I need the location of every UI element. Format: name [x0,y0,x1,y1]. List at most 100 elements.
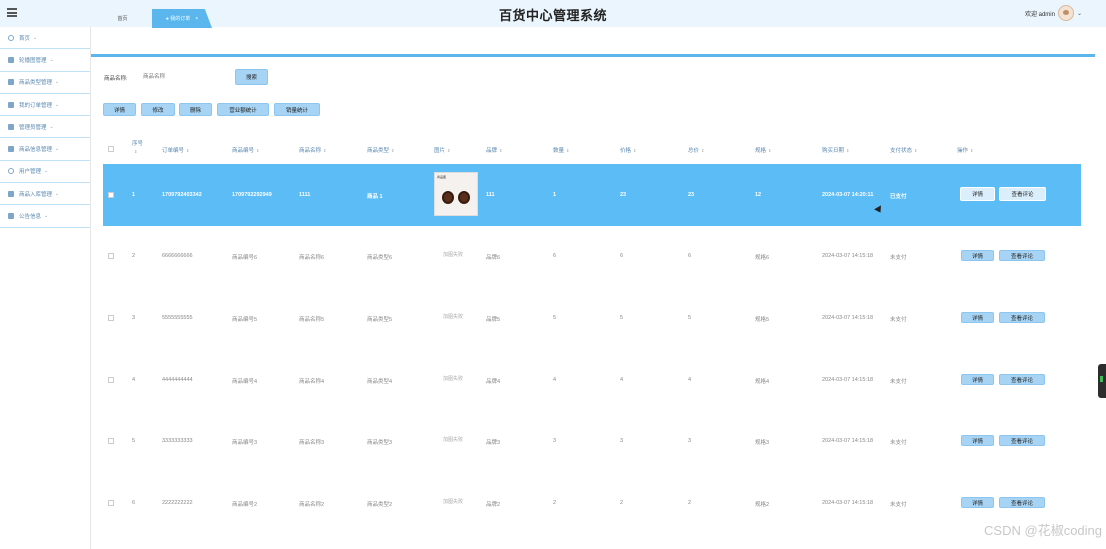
table-row[interactable]: 5 3333333333 商品编号3 商品名称3 商品类型3 加图失败 品牌3 … [103,412,1081,474]
cell-code: 1709792292949 [232,192,272,198]
col-header-price[interactable]: 价格 ⇕ [620,146,636,154]
row-detail-button[interactable]: 详情 [961,497,994,508]
col-header-type[interactable]: 商品类型 ⇕ [367,146,394,154]
sidebar-item-admins[interactable]: 管理员管理 ⌄ [0,116,90,139]
cell-status: 未支付 [890,379,907,385]
sidebar-item-stock-in[interactable]: 商品入库管理 ⌄ [0,183,90,206]
col-header-code[interactable]: 商品编号 ⇕ [232,146,259,154]
cell-order: 2222222222 [162,500,193,506]
col-header-spec[interactable]: 规格 ⇕ [755,146,771,154]
cell-type: 商品 1 [367,194,383,200]
delete-button[interactable]: 删除 [179,103,212,116]
cell-date: 2024-03-07 14:15:18 [822,315,874,321]
cell-qty: 3 [553,438,557,444]
col-header-name[interactable]: 商品名称 ⇕ [299,146,326,154]
cell-date: 2024-03-07 14:15:18 [822,438,874,444]
table-row[interactable]: 6 2222222222 商品编号2 商品名称2 商品类型2 加图失败 品牌2 … [103,474,1081,536]
side-widget[interactable] [1098,364,1106,398]
row-comments-button[interactable]: 查看评论 [999,435,1045,446]
cell-spec: 12 [755,192,762,198]
chevron-down-icon[interactable]: ⌄ [1077,10,1082,17]
cell-no: 4 [132,377,136,383]
row-comments-button[interactable]: 查看评论 [999,187,1046,201]
row-comments-button[interactable]: 查看评论 [999,250,1045,261]
chevron-down-icon: ⌄ [49,56,54,63]
sidebar: 首页 ⌄ 轮播图管理 ⌄ 商品类型管理 ⌄ 我的订单管理 ⌄ 管理员管理 ⌄ 商品信息管理… [0,27,91,549]
row-detail-button[interactable]: 详情 [961,435,994,446]
row-comments-button[interactable]: 查看评论 [999,497,1045,508]
row-comments-button[interactable]: 查看评论 [999,374,1045,385]
cell-brand: 品牌3 [486,440,501,446]
row-detail-button[interactable]: 详情 [961,250,994,261]
col-header-date[interactable]: 购买日期 ⇕ [822,146,849,154]
col-header-no[interactable]: 序号 ⇕ [132,140,143,156]
tab-home[interactable]: 首页 [95,10,150,27]
table-row[interactable]: 4 4444444444 商品编号4 商品名称4 商品类型4 加图失败 品牌4 … [103,350,1081,412]
avatar[interactable] [1057,5,1074,21]
table-row[interactable]: 2 6666666666 商品编号6 商品名称6 商品类型6 加图失败 品牌6 … [103,226,1081,288]
table-row[interactable]: 1 1709792403342 1709792292949 1111 商品 1 … [103,164,1081,226]
detail-button[interactable]: 详情 [103,103,136,116]
tab-underline [91,54,1095,57]
cell-name: 商品名称4 [299,379,325,385]
sidebar-item-my-orders[interactable]: 我的订单管理 ⌄ [0,94,90,117]
cell-total: 2 [688,500,692,506]
table-row[interactable]: 3 5555555555 商品编号5 商品名称5 商品类型5 加图失败 品牌5 … [103,288,1081,350]
sidebar-item-product-types[interactable]: 商品类型管理 ⌄ [0,72,90,94]
col-header-total[interactable]: 总价 ⇕ [688,146,704,154]
col-header-qty[interactable]: 数量 ⇕ [553,146,569,154]
product-photo-icon [442,191,454,204]
chevron-down-icon: ⌄ [55,146,60,153]
cell-spec: 规格4 [755,379,770,385]
cell-spec: 规格2 [755,502,770,508]
cell-type: 商品类型4 [367,379,393,385]
row-checkbox[interactable] [108,315,114,321]
welcome-text: 欢迎 admin [1024,11,1055,18]
col-header-image[interactable]: 图片 ⇕ [434,146,450,154]
edit-button[interactable]: 修改 [141,103,175,116]
cell-no: 3 [132,315,136,321]
cell-price: 23 [620,192,627,198]
search-input[interactable] [139,70,229,83]
admin-icon [8,123,14,130]
row-checkbox[interactable] [108,500,114,506]
row-detail-button[interactable]: 详情 [961,312,994,323]
cell-price: 2 [620,500,624,506]
cell-price: 3 [620,438,624,444]
sidebar-item-product-info[interactable]: 商品信息管理 ⌄ [0,138,90,161]
col-header-order[interactable]: 订单编号 ⇕ [162,146,189,154]
col-header-actions: 操作 ⇕ [957,148,974,154]
user-menu[interactable]: 欢迎 admin ⌄ [1025,5,1082,21]
cell-name: 商品名称3 [299,440,325,446]
cell-total: 4 [688,377,692,383]
row-checkbox[interactable] [108,192,114,198]
home-icon [8,34,14,41]
tab-label: ● 我的订单 [165,16,191,22]
row-checkbox[interactable] [108,438,114,444]
cell-total: 3 [688,438,692,444]
cell-price: 4 [620,377,624,383]
search-button[interactable]: 搜索 [235,69,268,85]
sidebar-item-home[interactable]: 首页 ⌄ [0,27,90,50]
sidebar-item-users[interactable]: 用户管理 ⌄ [0,161,90,184]
row-detail-button[interactable]: 详情 [961,374,994,385]
sidebar-item-carousel[interactable]: 轮播图管理 ⌄ [0,49,90,72]
tab-my-orders[interactable]: ● 我的订单 × [152,9,212,28]
col-header-status[interactable]: 支付状态 ⇕ [890,146,917,154]
row-checkbox[interactable] [108,377,114,383]
chevron-down-icon: ⌄ [44,213,49,220]
product-icon [8,146,14,153]
sales-stats-button[interactable]: 销量统计 [274,103,320,116]
revenue-stats-button[interactable]: 营业额统计 [217,103,269,116]
close-icon[interactable]: × [195,16,198,22]
select-all-checkbox[interactable] [108,146,114,152]
cell-date: 2024-03-07 14:15:18 [822,500,874,506]
sidebar-item-label: 商品信息管理 [19,147,53,154]
cell-spec: 规格5 [755,317,770,323]
col-header-brand[interactable]: 品牌 ⇕ [486,146,502,154]
cell-order: 6666666666 [162,253,193,259]
row-checkbox[interactable] [108,253,114,259]
row-comments-button[interactable]: 查看评论 [999,312,1045,323]
sidebar-item-notices[interactable]: 公告信息 ⌄ [0,205,90,228]
row-detail-button[interactable]: 详情 [960,187,995,201]
